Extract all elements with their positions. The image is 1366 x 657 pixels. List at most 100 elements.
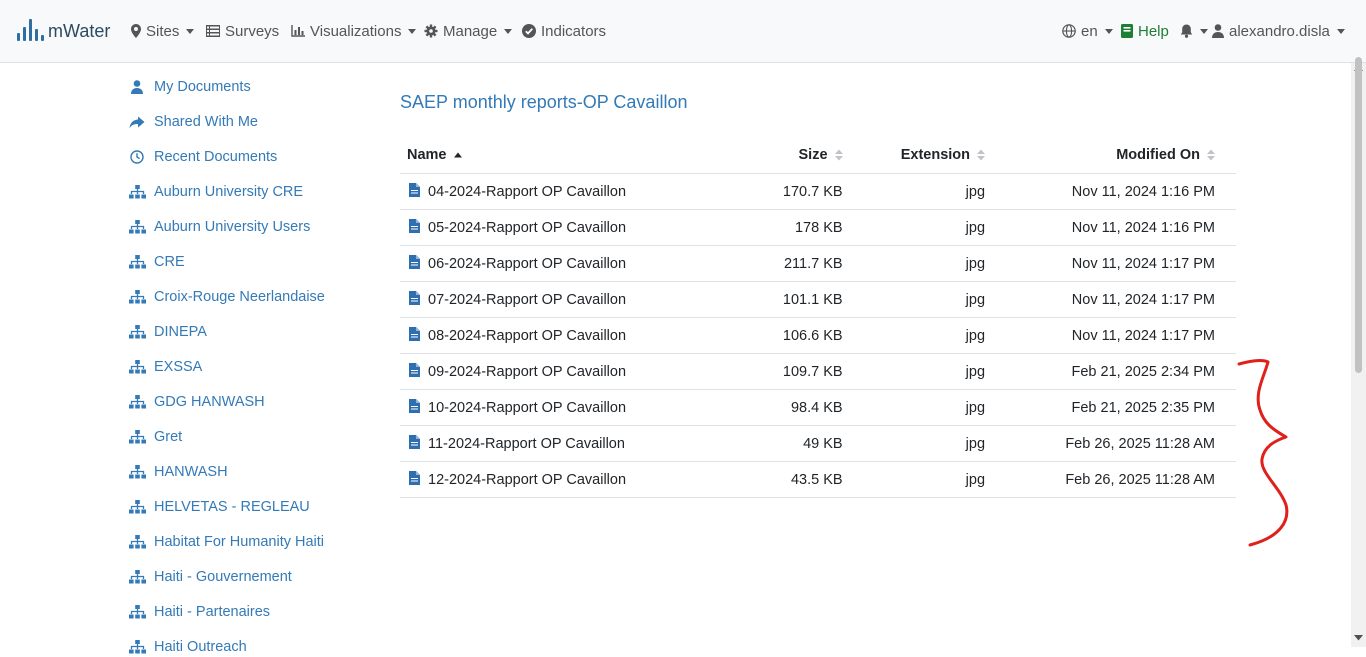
table-row[interactable]: 04-2024-Rapport OP Cavaillon 170.7 KB jpg N… [400,173,1236,210]
red-brace-annotation [1237,359,1289,547]
chevron-down-icon [504,28,513,34]
file-name[interactable]: 12-2024-Rapport OP Cavaillon [428,472,626,488]
sidebar-item[interactable]: CRE [128,252,185,272]
nav-manage[interactable]: Manage [424,20,513,42]
sidebar-item[interactable]: Habitat For Humanity Haiti [128,532,324,552]
file-name[interactable]: 11-2024-Rapport OP Cavaillon [428,436,625,452]
file-size: 98.4 KB [707,389,850,426]
sitemap-icon [128,323,146,341]
sitemap-icon [128,568,146,586]
file-name-cell[interactable]: 12-2024-Rapport OP Cavaillon [400,461,708,498]
table-row[interactable]: 12-2024-Rapport OP Cavaillon 43.5 KB jpg Fe… [400,461,1236,498]
sidebar-item-label: Auburn University Users [154,219,311,235]
file-name-cell[interactable]: 06-2024-Rapport OP Cavaillon [400,245,708,282]
sidebar-item-label: Habitat For Humanity Haiti [154,534,325,550]
file-name[interactable]: 05-2024-Rapport OP Cavaillon [428,220,626,236]
sidebar-item-label: My Documents [154,79,251,95]
top-navbar: mWater Sites Surveys Visualizations Mana… [0,0,1366,63]
sort-icon [977,149,986,161]
file-modified: Nov 11, 2024 1:17 PM [992,281,1236,318]
files-table: Name Size Extension Modified On 04-2024-… [400,137,1236,498]
sidebar-item-label: Haiti Outreach [154,639,247,655]
table-row[interactable]: 07-2024-Rapport OP Cavaillon 101.1 KB jpg N… [400,281,1236,318]
file-name[interactable]: 07-2024-Rapport OP Cavaillon [428,292,626,308]
nav-visualizations[interactable]: Visualizations [291,20,417,42]
file-name[interactable]: 06-2024-Rapport OP Cavaillon [428,256,626,272]
brand-logo[interactable]: mWater [17,15,110,41]
nav-indicators[interactable]: Indicators [522,20,606,42]
file-icon [409,326,420,345]
table-row[interactable]: 11-2024-Rapport OP Cavaillon 49 KB jpg Feb … [400,425,1236,462]
file-name[interactable]: 10-2024-Rapport OP Cavaillon [428,400,626,416]
page-scrollbar[interactable] [1351,57,1366,647]
scrollbar-thumb[interactable] [1355,57,1362,373]
column-header-name[interactable]: Name [400,137,708,174]
sidebar-item[interactable]: My Documents [128,77,251,97]
file-modified: Nov 11, 2024 1:17 PM [992,317,1236,354]
sidebar-item[interactable]: Haiti - Partenaires [128,602,270,622]
share-icon [128,113,146,131]
table-row[interactable]: 08-2024-Rapport OP Cavaillon 106.6 KB jpg N… [400,317,1236,354]
table-row[interactable]: 06-2024-Rapport OP Cavaillon 211.7 KB jpg N… [400,245,1236,282]
column-header-extension[interactable]: Extension [849,137,993,174]
table-row[interactable]: 09-2024-Rapport OP Cavaillon 109.7 KB jpg F… [400,353,1236,390]
file-modified: Nov 11, 2024 1:16 PM [992,173,1236,210]
help-label: Help [1138,22,1169,40]
file-extension: jpg [849,389,993,426]
user-dropdown[interactable]: alexandro.disla [1212,20,1345,42]
sidebar-item[interactable]: Auburn University Users [128,217,310,237]
help-link[interactable]: Help [1121,20,1169,42]
sidebar-item[interactable]: HANWASH [128,462,228,482]
file-name-cell[interactable]: 04-2024-Rapport OP Cavaillon [400,173,708,210]
scroll-down-arrow-icon[interactable] [1354,635,1363,641]
file-name-cell[interactable]: 05-2024-Rapport OP Cavaillon [400,209,708,246]
sidebar-item[interactable]: Gret [128,427,182,447]
file-name-cell[interactable]: 07-2024-Rapport OP Cavaillon [400,281,708,318]
notifications-dropdown[interactable] [1180,20,1208,42]
file-icon [409,434,420,453]
sidebar-item-label: Shared With Me [154,114,258,130]
sidebar-item[interactable]: Croix-Rouge Neerlandaise [128,287,325,307]
column-header-modified[interactable]: Modified On [992,137,1236,174]
file-extension: jpg [849,173,993,210]
sitemap-icon [128,428,146,446]
file-extension: jpg [849,461,993,498]
file-name[interactable]: 04-2024-Rapport OP Cavaillon [428,184,626,200]
sidebar-item[interactable]: Recent Documents [128,147,277,167]
file-name-cell[interactable]: 11-2024-Rapport OP Cavaillon [400,425,708,462]
table-row[interactable]: 05-2024-Rapport OP Cavaillon 178 KB jpg Nov… [400,209,1236,246]
sidebar-item[interactable]: Auburn University CRE [128,182,303,202]
table-row[interactable]: 10-2024-Rapport OP Cavaillon 98.4 KB jpg Fe… [400,389,1236,426]
file-extension: jpg [849,317,993,354]
file-icon [409,398,420,417]
file-name-cell[interactable]: 09-2024-Rapport OP Cavaillon [400,353,708,390]
sidebar-item-label: Recent Documents [154,149,278,165]
file-name-cell[interactable]: 10-2024-Rapport OP Cavaillon [400,389,708,426]
sidebar-item-label: HANWASH [154,464,228,480]
nav-sites[interactable]: Sites [131,20,195,42]
bar-chart-icon [291,25,305,37]
sidebar-item[interactable]: DINEPA [128,322,207,342]
file-icon [409,218,420,237]
sidebar-item[interactable]: GDG HANWASH [128,392,265,412]
sidebar-item[interactable]: Haiti - Gouvernement [128,567,292,587]
sidebar-item[interactable]: Haiti Outreach [128,637,247,657]
sitemap-icon [128,183,146,201]
file-name[interactable]: 09-2024-Rapport OP Cavaillon [428,364,626,380]
file-modified: Feb 26, 2025 11:28 AM [992,425,1236,462]
sitemap-icon [128,638,146,656]
file-icon [409,470,420,489]
sidebar-item-label: Haiti - Gouvernement [154,569,292,585]
sidebar-item[interactable]: HELVETAS - REGLEAU [128,497,310,517]
language-dropdown[interactable]: en [1062,20,1113,42]
username-label: alexandro.disla [1229,22,1330,40]
file-name[interactable]: 08-2024-Rapport OP Cavaillon [428,328,626,344]
nav-surveys[interactable]: Surveys [206,20,279,42]
column-header-size[interactable]: Size [707,137,850,174]
file-name-cell[interactable]: 08-2024-Rapport OP Cavaillon [400,317,708,354]
table-header-row: Name Size Extension Modified On [400,137,1236,174]
sidebar-item[interactable]: EXSSA [128,357,202,377]
sidebar-item[interactable]: Shared With Me [128,112,258,132]
brand-name: mWater [48,21,111,41]
sidebar-item-label: GDG HANWASH [154,394,265,410]
